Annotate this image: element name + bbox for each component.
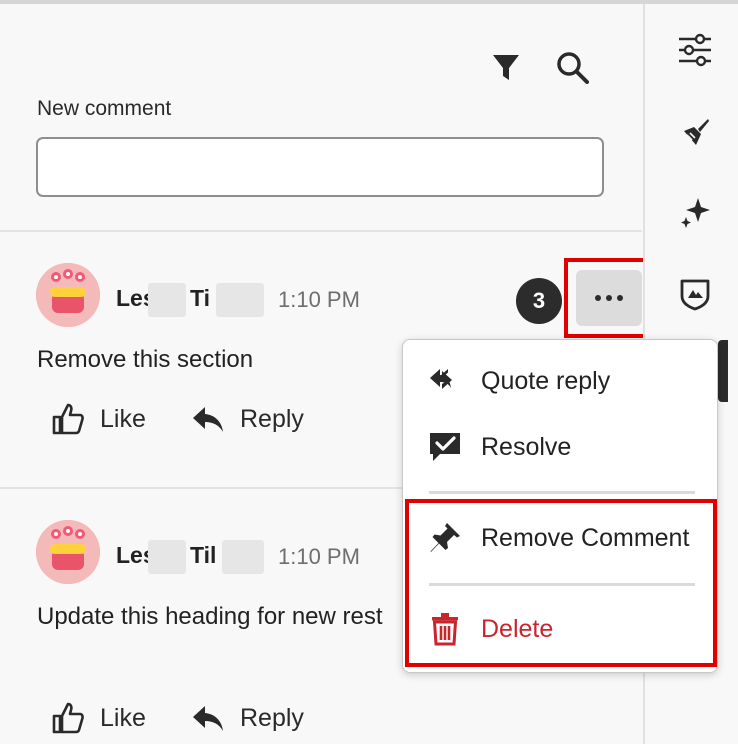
like-button[interactable]: Like (50, 401, 146, 437)
reply-button[interactable]: Reply (190, 700, 304, 736)
avatar (36, 520, 100, 584)
new-comment-label: New comment (37, 97, 172, 120)
comment-text: Update this heading for new rest (37, 603, 383, 630)
thumbs-up-icon (52, 403, 84, 435)
filter-icon[interactable] (488, 50, 524, 86)
redacted-block (222, 540, 264, 574)
reply-label: Reply (240, 404, 304, 433)
like-button[interactable]: Like (50, 700, 146, 736)
panel-resize-handle[interactable] (718, 340, 728, 402)
reply-label: Reply (240, 703, 304, 732)
reply-button[interactable]: Reply (190, 401, 304, 437)
menu-item-label: Quote reply (481, 366, 611, 395)
ellipsis-icon (576, 270, 642, 326)
trash-icon (427, 611, 463, 647)
shield-icon[interactable] (675, 274, 715, 314)
menu-divider (429, 491, 695, 494)
redacted-block (148, 540, 186, 574)
sparkle-icon[interactable] (675, 192, 715, 232)
search-icon[interactable] (555, 50, 591, 86)
sliders-icon[interactable] (675, 30, 715, 70)
reply-icon (193, 407, 223, 432)
more-options-button[interactable] (564, 258, 654, 338)
brush-icon[interactable] (675, 112, 715, 152)
redacted-block (148, 283, 186, 317)
comment-options-menu: Quote reply Resolve Remove Comment Delet… (402, 339, 718, 673)
author-last-name: Til (190, 542, 217, 568)
redacted-block (216, 283, 264, 317)
like-label: Like (100, 404, 146, 433)
menu-item-quote-reply[interactable]: Quote reply (427, 363, 610, 399)
comment-text: Remove this section (37, 346, 254, 373)
author-last-name: Ti (190, 285, 211, 311)
comment-time: 1:10 PM (278, 287, 360, 312)
menu-item-label: Delete (481, 614, 554, 643)
like-label: Like (100, 703, 146, 732)
resolve-icon (427, 429, 463, 465)
menu-item-label: Remove Comment (481, 523, 690, 552)
menu-divider (429, 583, 695, 586)
menu-item-delete[interactable]: Delete (427, 611, 553, 647)
divider (0, 230, 642, 232)
reply-icon (193, 706, 223, 731)
avatar (36, 263, 100, 327)
new-comment-input[interactable] (36, 137, 604, 197)
thumbs-up-icon (52, 702, 84, 734)
reply-count-badge: 3 (516, 278, 562, 324)
menu-item-label: Resolve (481, 432, 572, 461)
comment-time: 1:10 PM (278, 544, 360, 569)
pin-icon (427, 520, 463, 556)
menu-item-resolve[interactable]: Resolve (427, 429, 571, 465)
quote-reply-icon (427, 363, 463, 399)
menu-item-remove-comment[interactable]: Remove Comment (427, 520, 689, 556)
